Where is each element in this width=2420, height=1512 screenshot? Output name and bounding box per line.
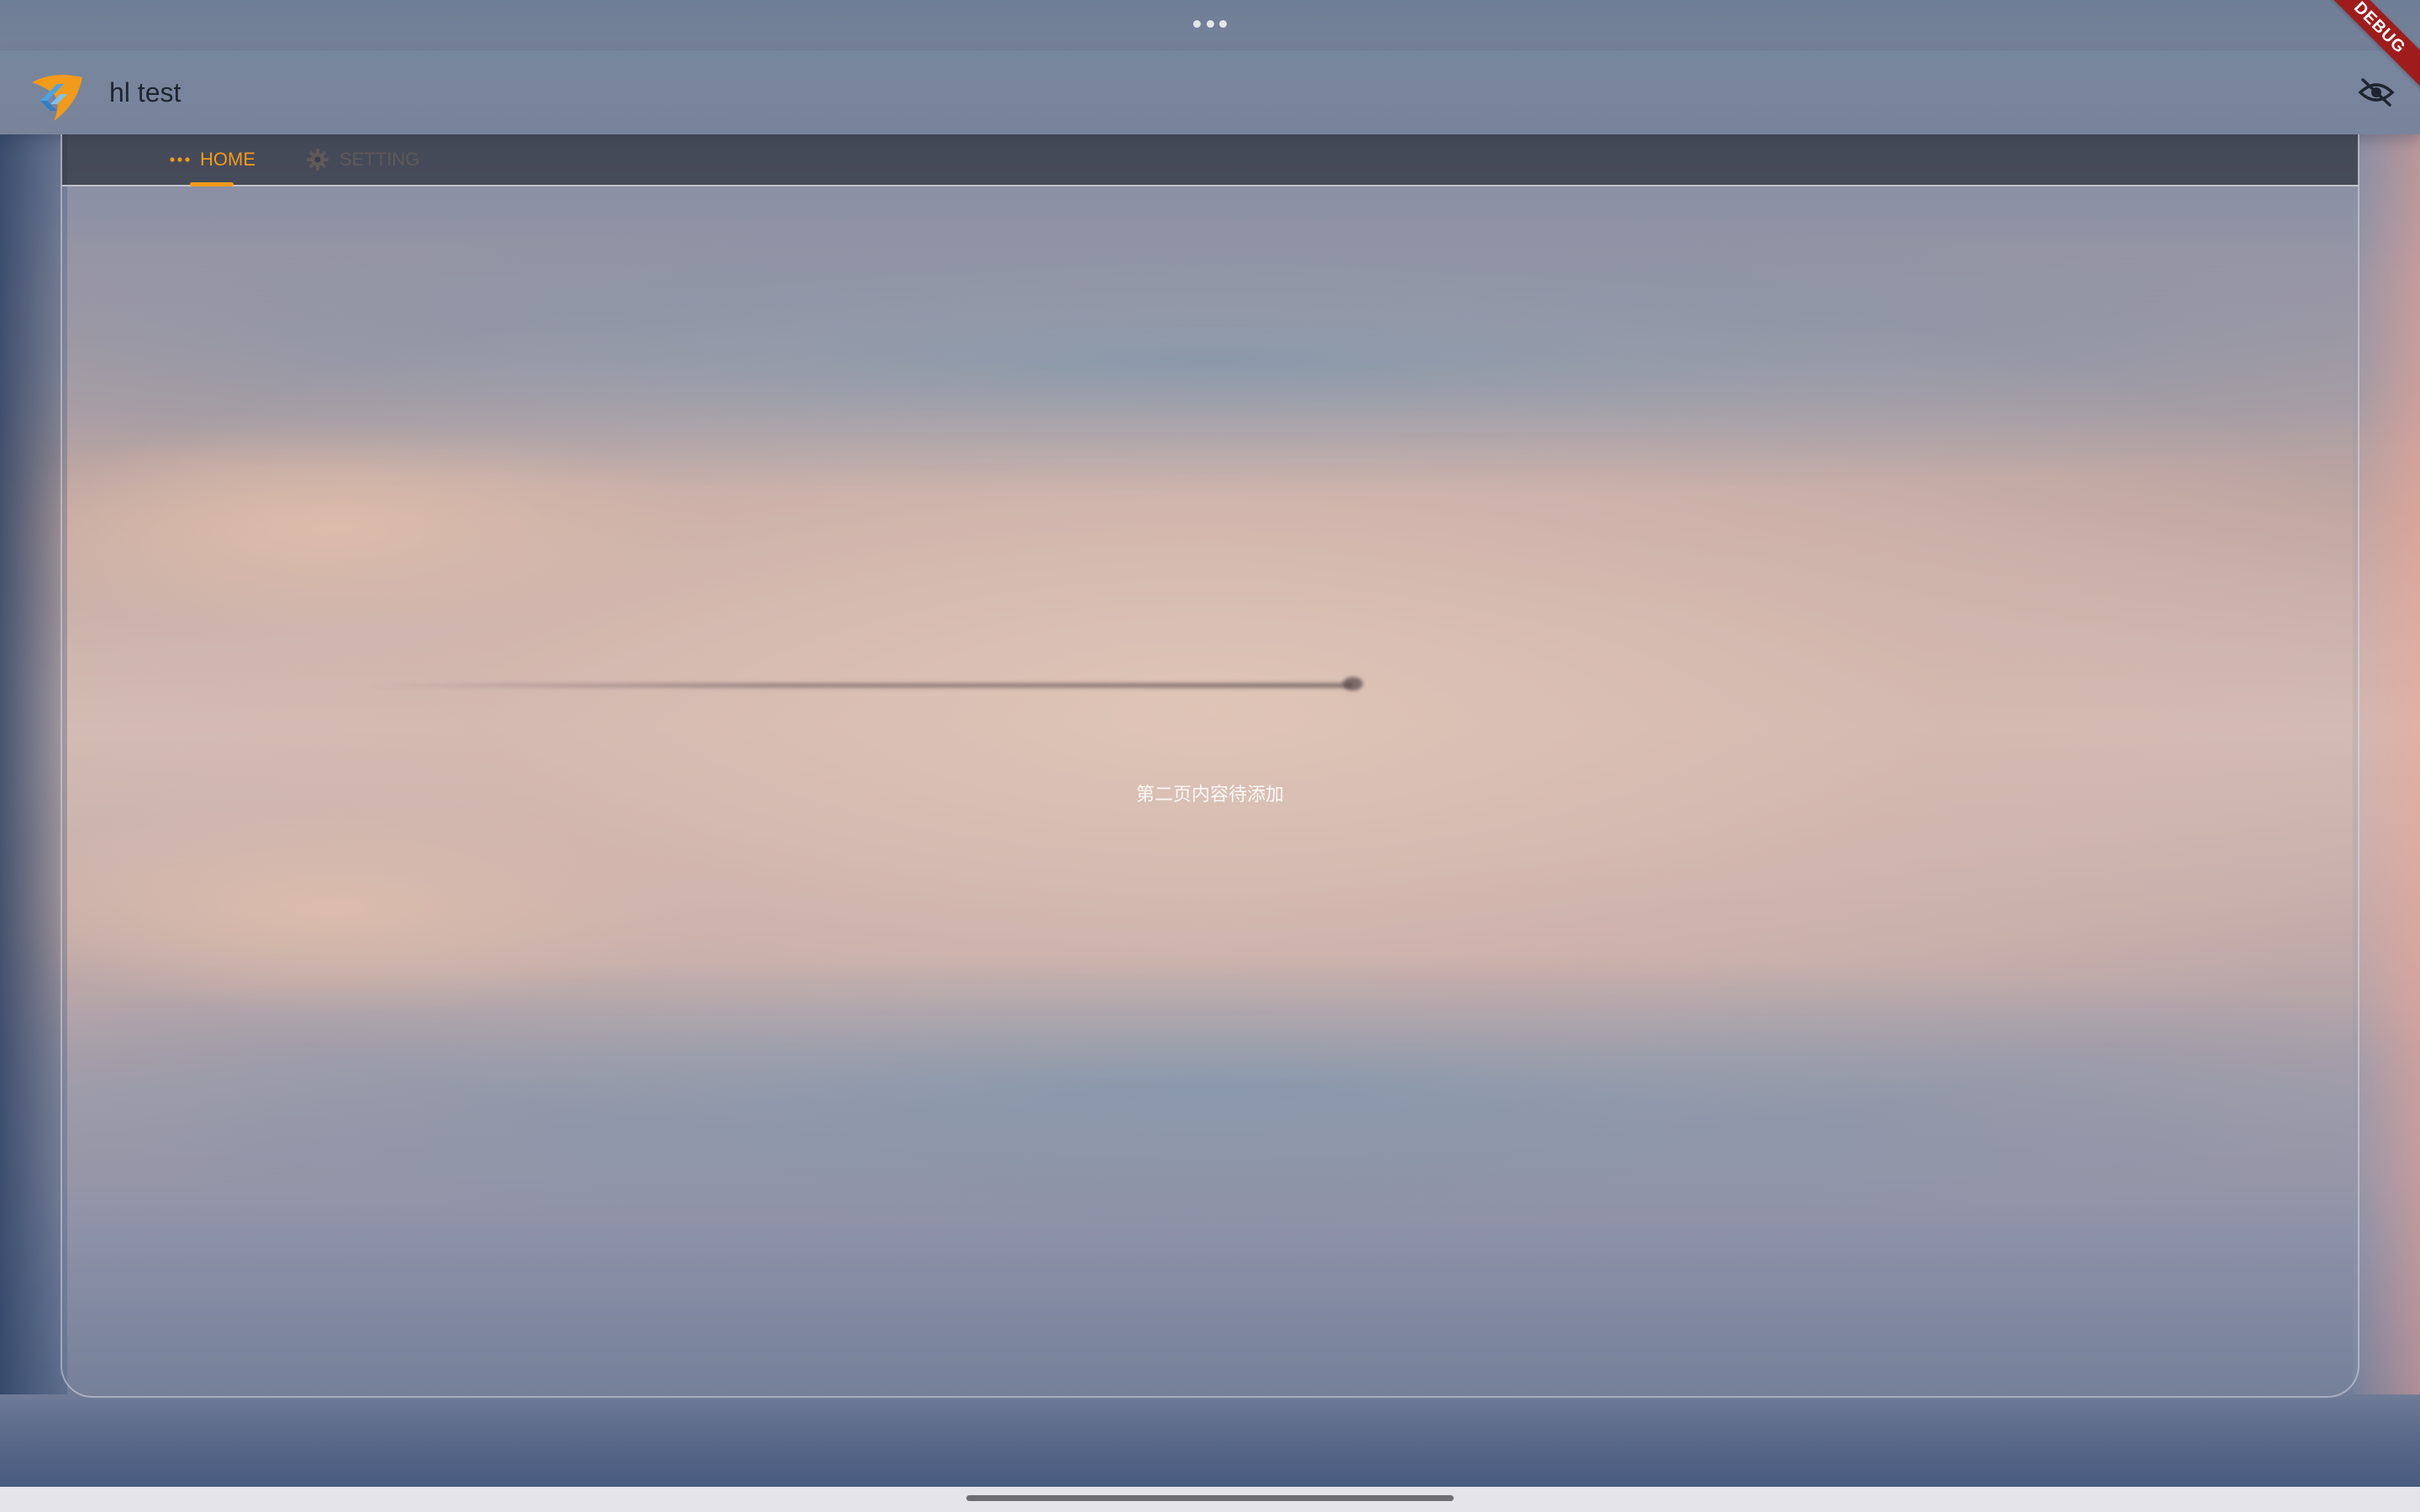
app-bar: hl test [0,50,2420,134]
background-cloud-edge-right [2353,134,2420,1394]
background-bottom-shade [0,1394,2420,1487]
app-logo-icon [29,71,86,124]
system-navigation-area [0,1487,2420,1512]
content-card: HOME SETTING 第二页内容待添加 [60,134,2360,1398]
tab-setting[interactable]: SETTING [306,134,419,185]
background-cloud-edge-left [0,134,67,1394]
placeholder-message: 第二页内容待添加 [1135,785,1284,806]
app-screen: hl test DEBUG HOME SETTING 第二页内容待添加 [0,0,2420,1512]
tab-bar: HOME SETTING [62,134,2358,186]
more-horiz-icon [170,156,190,163]
home-indicator[interactable] [966,1495,1454,1501]
multitasking-dots-icon[interactable] [1193,18,1227,29]
eye-slash-icon[interactable] [2356,74,2396,111]
tab-home-label: HOME [200,149,255,170]
app-title: hl test [109,77,182,108]
gear-icon [306,148,329,171]
tab-home[interactable]: HOME [170,134,255,185]
tab-selected-indicator [190,182,234,186]
status-bar [0,0,2420,50]
tab-setting-label: SETTING [339,149,420,170]
